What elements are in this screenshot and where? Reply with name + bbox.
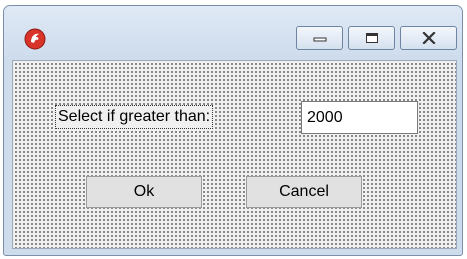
close-icon [421,32,437,44]
threshold-input[interactable] [301,101,418,134]
close-button[interactable] [400,26,457,50]
threshold-label: Select if greater than: [55,105,214,129]
app-logo-icon[interactable] [24,28,46,50]
ok-button[interactable]: Ok [86,176,202,208]
minimize-icon [313,33,327,43]
restore-icon [365,32,379,44]
dialog-window: Select if greater than: Ok Cancel [3,5,463,256]
maximize-button[interactable] [348,26,395,50]
cancel-button[interactable]: Cancel [246,176,362,208]
title-bar[interactable] [4,6,462,62]
minimize-button[interactable] [296,26,343,50]
dialog-client-area: Select if greater than: Ok Cancel [12,60,457,249]
